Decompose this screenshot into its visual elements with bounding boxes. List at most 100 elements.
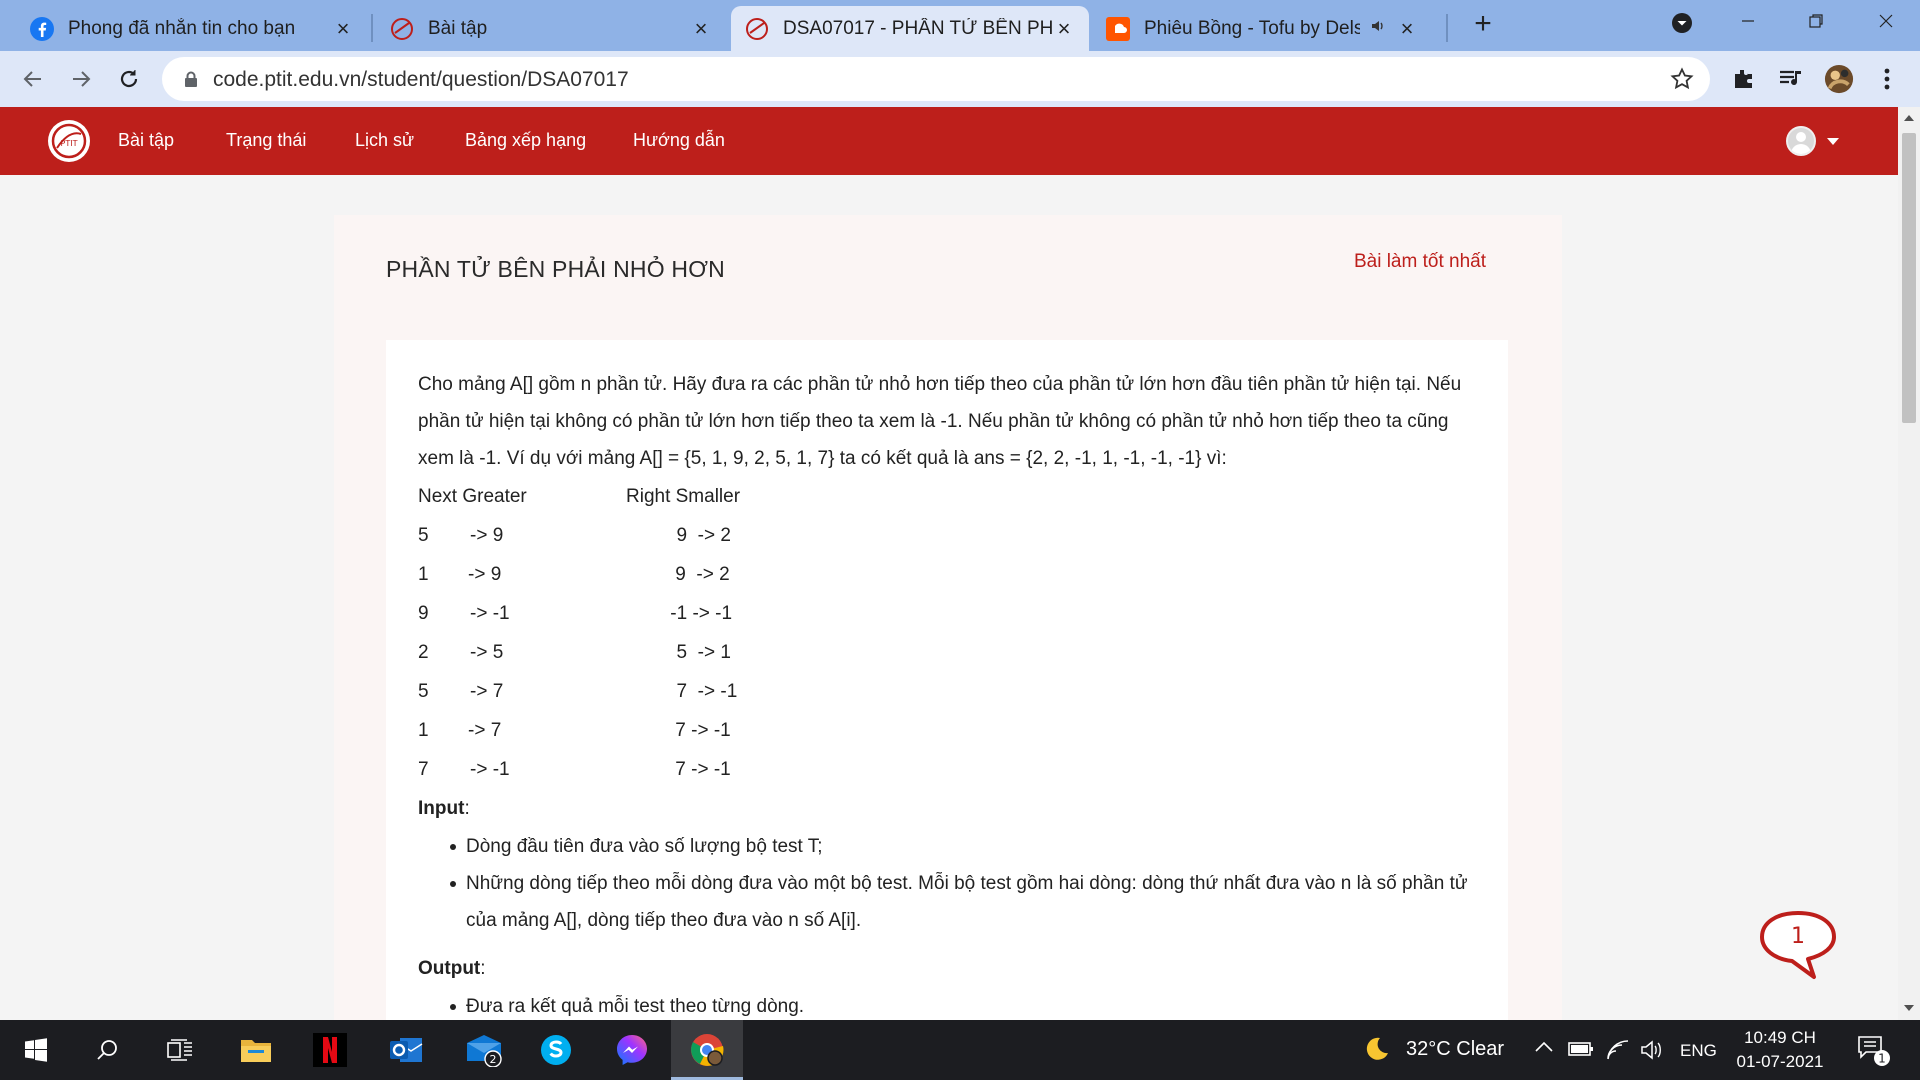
example-value: 1 <box>418 564 429 585</box>
list-item: Dòng đầu tiên đưa vào số lượng bộ test T… <box>450 828 1476 865</box>
example-right-smaller: 7 -> -1 <box>670 759 731 780</box>
minimize-button[interactable] <box>1728 6 1768 40</box>
best-solution-link[interactable]: Bài làm tốt nhất <box>1354 251 1486 273</box>
tab-title: Bài tập <box>428 17 488 39</box>
example-row: 1 -> 7 7 -> -1 <box>418 711 1476 750</box>
restore-button[interactable] <box>1796 6 1836 40</box>
chat-badge: 1 <box>1791 924 1805 949</box>
example-row: 5 -> 9 9 -> 2 <box>418 516 1476 555</box>
nav-lich-su[interactable]: Lịch sử <box>355 130 414 151</box>
tab-bai-tap[interactable]: Bài tập × <box>376 6 726 51</box>
example-value: 9 <box>418 603 429 624</box>
facebook-icon <box>30 16 54 41</box>
volume-icon[interactable] <box>1640 1039 1664 1066</box>
weather-text[interactable]: 32°C Clear <box>1406 1038 1504 1061</box>
chat-widget-button[interactable]: 1 <box>1756 909 1840 983</box>
ptit-logo[interactable]: PTIT <box>48 120 90 162</box>
task-view-icon[interactable] <box>144 1020 216 1080</box>
output-heading: Output: <box>418 949 1476 988</box>
file-explorer-icon[interactable] <box>220 1020 292 1080</box>
nav-bang-xep-hang[interactable]: Bảng xếp hạng <box>465 130 586 151</box>
scrollbar-thumb[interactable] <box>1902 133 1916 423</box>
chevron-up-icon[interactable] <box>1534 1040 1554 1059</box>
question-description: Cho mảng A[] gồm n phần tử. Hãy đưa ra c… <box>418 374 1462 469</box>
moon-weather-icon[interactable] <box>1362 1035 1390 1068</box>
tab-facebook[interactable]: Phong đã nhắn tin cho bạn × <box>16 6 368 51</box>
close-icon[interactable]: × <box>332 17 354 40</box>
speaker-icon[interactable] <box>1370 18 1386 40</box>
example-next-greater: -> -1 <box>470 759 510 780</box>
extensions-icon[interactable] <box>1728 64 1758 94</box>
nav-huong-dan[interactable]: Hướng dẫn <box>633 130 725 151</box>
skype-icon[interactable] <box>520 1020 592 1080</box>
example-next-greater: -> 5 <box>470 642 504 663</box>
scroll-down-icon[interactable] <box>1904 1005 1914 1011</box>
media-control-icon[interactable] <box>1776 64 1806 94</box>
browser-menu-icon[interactable] <box>1872 64 1902 94</box>
mail-badge: 2 <box>490 1053 497 1066</box>
taskbar-clock[interactable]: 10:49 CH 01-07-2021 <box>1730 1026 1830 1074</box>
language-indicator[interactable]: ENG <box>1680 1041 1717 1061</box>
heading-colon: : <box>480 958 486 979</box>
question-body: Cho mảng A[] gồm n phần tử. Hãy đưa ra c… <box>386 340 1508 1020</box>
chevron-down-icon[interactable] <box>1827 138 1839 145</box>
input-list: Dòng đầu tiên đưa vào số lượng bộ test T… <box>418 828 1476 939</box>
messenger-icon[interactable] <box>596 1020 668 1080</box>
battery-icon[interactable] <box>1568 1040 1594 1063</box>
example-row: 1 -> 9 9 -> 2 <box>418 555 1476 594</box>
example-right-smaller: -1 -> -1 <box>665 603 733 624</box>
nav-bai-tap[interactable]: Bài tập <box>118 130 174 151</box>
browser-toolbar: code.ptit.edu.vn/student/question/DSA070… <box>0 51 1920 107</box>
example-value: 5 <box>418 525 429 546</box>
scroll-up-icon[interactable] <box>1904 115 1914 121</box>
back-button[interactable] <box>16 62 50 96</box>
example-right-smaller: 9 -> 2 <box>666 525 731 546</box>
outlook-icon[interactable] <box>370 1020 442 1080</box>
chrome-taskbar-icon[interactable] <box>671 1020 743 1080</box>
reload-button[interactable] <box>112 62 146 96</box>
lock-icon[interactable] <box>184 71 198 93</box>
address-bar[interactable]: code.ptit.edu.vn/student/question/DSA070… <box>162 57 1710 101</box>
nav-trang-thai[interactable]: Trạng thái <box>226 130 306 151</box>
clock-date: 01-07-2021 <box>1736 1052 1824 1071</box>
new-tab-button[interactable]: + <box>1468 9 1498 40</box>
netflix-icon[interactable] <box>294 1020 366 1080</box>
page-scrollbar[interactable] <box>1898 107 1920 1020</box>
bookmark-star-icon[interactable] <box>1670 67 1694 96</box>
example-next-greater: -> 9 <box>468 564 502 585</box>
close-icon[interactable]: × <box>1396 17 1418 40</box>
search-icon[interactable] <box>72 1020 144 1080</box>
example-header-next-greater: Next Greater <box>418 486 527 507</box>
example-next-greater: -> -1 <box>470 603 510 624</box>
url-host: code.ptit.edu.vn <box>213 68 362 91</box>
example-next-greater: -> 9 <box>470 525 504 546</box>
example-header-row: Next Greater Right Smaller <box>418 477 1476 516</box>
example-header-right-smaller: Right Smaller <box>626 486 741 507</box>
list-item: Những dòng tiếp theo mỗi dòng đưa vào mộ… <box>450 865 1476 939</box>
forward-button[interactable] <box>64 62 98 96</box>
profile-avatar[interactable] <box>1824 64 1854 94</box>
tab-soundcloud[interactable]: Phiêu Bồng - Tofu by Delspx × <box>1092 6 1432 51</box>
mail-icon[interactable]: 2 <box>448 1020 520 1080</box>
example-next-greater: -> 7 <box>468 720 502 741</box>
example-value: 2 <box>418 642 429 663</box>
user-avatar[interactable] <box>1786 126 1816 156</box>
close-icon[interactable]: × <box>690 17 712 40</box>
close-window-button[interactable] <box>1866 6 1906 40</box>
tab-dsa07017[interactable]: DSA07017 - PHẦN TỬ BÊN PHẢI × <box>731 6 1089 51</box>
tab-divider <box>371 14 373 42</box>
clock-time: 10:49 CH <box>1744 1028 1816 1047</box>
close-icon[interactable]: × <box>1053 17 1075 40</box>
tab-title: Phong đã nhắn tin cho bạn <box>68 17 296 39</box>
wifi-icon[interactable] <box>1606 1039 1630 1066</box>
notification-center-icon[interactable]: 1 <box>1856 1034 1892 1073</box>
browser-tab-strip: Phong đã nhắn tin cho bạn × Bài tập × DS… <box>0 0 1920 51</box>
tab-search-button[interactable] <box>1662 6 1702 40</box>
site-header: PTIT Bài tập Trạng thái Lịch sử Bảng xếp… <box>0 107 1898 175</box>
start-button[interactable] <box>0 1020 72 1080</box>
example-right-smaller: 7 -> -1 <box>666 681 738 702</box>
heading-colon: : <box>464 798 470 819</box>
tab-divider <box>1446 14 1448 42</box>
question-title: PHẦN TỬ BÊN PHẢI NHỎ HƠN <box>386 256 725 282</box>
url-path: /student/question/DSA07017 <box>361 68 629 91</box>
